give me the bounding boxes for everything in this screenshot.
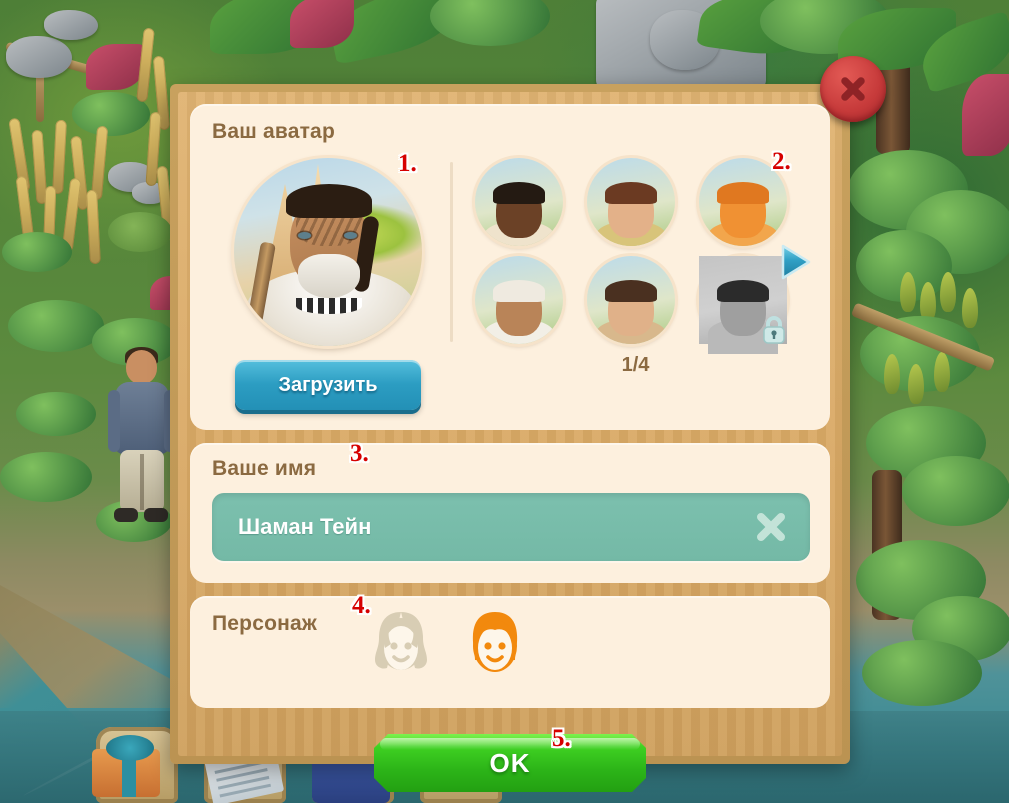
name-input[interactable] [212, 493, 810, 561]
name-section: Ваше имя [190, 443, 830, 583]
thumb-hair [717, 182, 769, 204]
avatar-section: Ваш аватар Загрузить 1/4 [190, 104, 830, 430]
avatar-row: Загрузить 1/4 [212, 154, 811, 410]
grass-patch [108, 212, 172, 252]
avatar-settings-dialog: Ваш аватар Загрузить 1/4 Ваше имя Шаман … [170, 56, 886, 764]
avatar-thumb-curly-hair-woman[interactable] [587, 158, 675, 246]
page-indicator: 1/4 [621, 354, 650, 376]
avatar-thumbnail-grid [475, 158, 808, 354]
bush [16, 392, 96, 436]
male-character-icon [472, 612, 518, 672]
ok-button-label: OK [489, 747, 531, 778]
character-section-title: Персонаж [212, 612, 317, 635]
avatar-eye-left [298, 232, 311, 239]
thumb-hair [493, 280, 545, 302]
banana-bunch [962, 288, 978, 328]
bush [0, 452, 92, 502]
thumb-hair [605, 182, 657, 204]
close-icon[interactable] [820, 56, 886, 122]
close-x-glyph [841, 77, 865, 101]
thumb-hair [717, 280, 769, 302]
name-input-wrapper [212, 493, 810, 561]
npc-shoe-left [114, 508, 138, 522]
npc-arm-left [108, 390, 120, 452]
npc-shoe-right [144, 508, 168, 522]
banana-bunch [900, 272, 916, 312]
gift-bow [106, 735, 154, 761]
banana-bunch [940, 272, 956, 312]
dialog-wood-frame: Ваш аватар Загрузить 1/4 Ваше имя Шаман … [178, 56, 886, 756]
avatar-beard [298, 254, 360, 298]
avatar-necklace [296, 298, 362, 314]
rock [6, 36, 72, 78]
wheat-stalk [136, 27, 155, 103]
thumb-hair [605, 280, 657, 302]
red-plant [86, 44, 144, 90]
rock [44, 10, 98, 40]
avatar-thumb-islander-man[interactable] [475, 158, 563, 246]
wheat-stalk [90, 125, 109, 201]
character-option-female[interactable] [361, 604, 441, 684]
bush [902, 456, 1009, 526]
ok-button-shape: OK [374, 734, 646, 792]
name-section-title: Ваше имя [212, 457, 317, 480]
npc-leg-split [140, 454, 144, 510]
section-divider [450, 162, 453, 342]
hud-slot-gift[interactable] [92, 727, 178, 803]
avatar-eye-right [344, 232, 357, 239]
red-flower [962, 74, 1009, 156]
npc-torso [115, 382, 169, 454]
next-page-arrow-icon[interactable] [772, 240, 816, 284]
avatar-section-title: Ваш аватар [212, 120, 335, 143]
confirm-ok-button[interactable]: OK [374, 734, 646, 792]
game-screen: Ваш аватар Загрузить 1/4 Ваше имя Шаман … [0, 0, 1009, 803]
current-avatar-image[interactable] [234, 158, 422, 346]
current-avatar-column: Загрузить [212, 154, 444, 410]
avatar-hair [286, 184, 372, 218]
gender-options [361, 604, 535, 684]
lock-icon [757, 312, 791, 346]
bush [8, 300, 104, 352]
upload-avatar-button[interactable]: Загрузить [235, 360, 421, 410]
avatar-thumb-young-warrior[interactable] [587, 256, 675, 344]
clear-x-icon[interactable] [752, 508, 790, 546]
avatar-gallery: 1/4 [467, 154, 811, 410]
lock-glyph [763, 316, 785, 344]
avatar-thumb-orange-chicken[interactable] [699, 158, 787, 246]
clear-x-glyph [757, 513, 785, 541]
bush [2, 232, 72, 272]
bush [430, 0, 550, 46]
character-section: Персонаж [190, 596, 830, 708]
npc-character [106, 347, 178, 535]
thumb-hair [493, 182, 545, 204]
bush [862, 640, 982, 706]
banana-bunch [884, 354, 900, 394]
wheat-stalk [86, 189, 101, 265]
wheat-stalk [52, 119, 67, 195]
banana-bunch [934, 352, 950, 392]
character-option-male[interactable] [455, 604, 535, 684]
banana-bunch [908, 364, 924, 404]
avatar-thumb-elder-shaman[interactable] [475, 256, 563, 344]
arrow-right-glyph [781, 244, 811, 280]
female-character-icon [374, 612, 427, 670]
npc-head [126, 350, 157, 384]
